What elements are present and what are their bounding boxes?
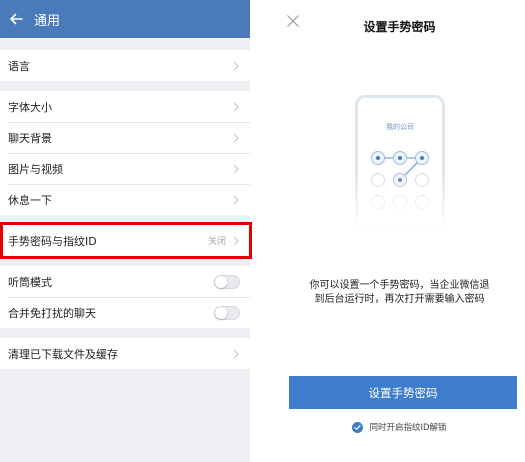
chevron-right-icon <box>233 133 239 142</box>
toggle-knob <box>215 306 227 319</box>
page-title: 通用 <box>34 13 61 29</box>
description-text: 你可以设置一个手势密码，当企业微信退 到后台运行时，再次打开需要输入密码 <box>274 279 525 307</box>
navigation-bar: 通用 <box>0 0 250 38</box>
phone-illustration: 我的公司 <box>355 95 445 230</box>
row-label: 聊天背景 <box>8 131 52 145</box>
chevron-right-icon <box>233 349 239 358</box>
settings-group-display: 字体大小 聊天背景 图片与视频 休息一下 <box>0 91 250 215</box>
row-label: 清理已下载文件及缓存 <box>8 347 118 361</box>
set-gesture-password-button[interactable]: 设置手势密码 <box>289 376 517 409</box>
chevron-right-icon <box>233 236 239 245</box>
status-value: 关闭 <box>207 237 226 247</box>
row-label: 字体大小 <box>8 100 52 114</box>
settings-row-chat-background[interactable]: 聊天背景 <box>0 122 250 153</box>
row-label: 手势密码与指纹ID <box>8 234 97 248</box>
back-arrow-icon[interactable] <box>8 11 24 27</box>
description-line: 你可以设置一个手势密码，当企业微信退 <box>309 280 490 291</box>
checkbox-checked-icon[interactable] <box>352 421 364 433</box>
fingerprint-option-label: 同时开启指纹ID解锁 <box>369 423 447 433</box>
general-settings-panel: 通用 语言 字体大小 聊天背景 图片与视频 休息一下 手势密码与指纹ID 关闭 <box>0 0 250 462</box>
settings-group-storage: 清理已下载文件及缓存 <box>0 338 250 369</box>
settings-group-security: 手势密码与指纹ID 关闭 <box>0 225 250 256</box>
chevron-right-icon <box>233 102 239 111</box>
chevron-right-icon <box>233 61 239 70</box>
row-label: 休息一下 <box>8 193 52 207</box>
merge-chats-toggle[interactable] <box>214 305 240 320</box>
settings-row-images-videos[interactable]: 图片与视频 <box>0 153 250 184</box>
settings-row-earpiece-mode: 听筒模式 <box>0 266 250 297</box>
settings-group-chat: 听筒模式 合并免打扰的聊天 <box>0 266 250 328</box>
row-label: 图片与视频 <box>8 162 63 176</box>
gesture-password-panel: 设置手势密码 我的公司 你可以设置一个手势密码，当企业微信退 到后台运行时，再次… <box>274 0 525 462</box>
settings-row-font-size[interactable]: 字体大小 <box>0 91 250 122</box>
fingerprint-option[interactable]: 同时开启指纹ID解锁 <box>274 421 525 433</box>
toggle-knob <box>215 275 227 288</box>
earpiece-mode-toggle[interactable] <box>214 274 240 289</box>
settings-row-gesture-fingerprint[interactable]: 手势密码与指纹ID 关闭 <box>0 225 250 256</box>
chevron-right-icon <box>233 164 239 173</box>
illustration-fade <box>355 170 445 230</box>
page-title: 设置手势密码 <box>363 20 436 34</box>
company-label: 我的公司 <box>386 123 414 131</box>
settings-row-merge-chats: 合并免打扰的聊天 <box>0 297 250 328</box>
row-label: 语言 <box>8 59 30 73</box>
settings-row-clear-cache[interactable]: 清理已下载文件及缓存 <box>0 338 250 369</box>
chevron-right-icon <box>233 195 239 204</box>
settings-group-language: 语言 <box>0 50 250 81</box>
row-label: 听筒模式 <box>8 275 52 289</box>
settings-row-take-break[interactable]: 休息一下 <box>0 184 250 215</box>
row-label: 合并免打扰的聊天 <box>8 306 96 320</box>
settings-row-language[interactable]: 语言 <box>0 50 250 81</box>
description-line: 到后台运行时，再次打开需要输入密码 <box>314 294 485 305</box>
